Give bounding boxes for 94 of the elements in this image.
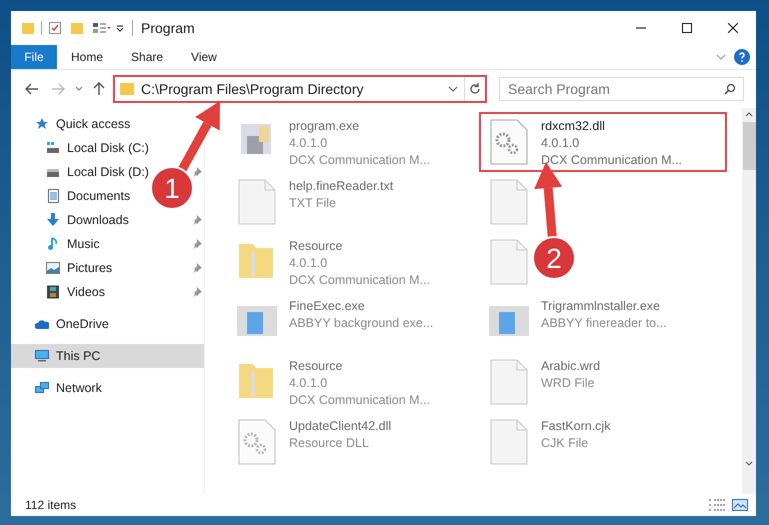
file-detail: 4.0.1.0	[289, 135, 328, 152]
file-detail: DCX Communication M...	[289, 152, 430, 169]
up-arrow-icon[interactable]	[93, 82, 105, 96]
folder-icon[interactable]	[21, 21, 35, 35]
highlighted-file-tile[interactable]: rdxcm32.dll 4.0.1.0 DCX Communication M...	[479, 112, 727, 172]
pin-icon[interactable]	[192, 167, 202, 177]
star-icon	[35, 117, 49, 131]
file-name: Trigrammlnstaller.exe	[541, 298, 662, 315]
document-icon	[46, 189, 60, 203]
file-name: Resource	[289, 238, 344, 255]
pin-icon[interactable]	[192, 215, 202, 225]
maximize-icon	[682, 23, 692, 33]
blank-document-icon[interactable]	[489, 418, 529, 466]
network-icon	[35, 381, 49, 395]
file-name: rdxcm32.dll	[541, 118, 606, 135]
folder-icon	[119, 82, 135, 96]
sidebar-item[interactable]: Network	[11, 376, 106, 400]
dropdown-icon[interactable]	[116, 23, 124, 33]
picture-icon	[46, 261, 60, 275]
blank-document-icon[interactable]	[489, 358, 529, 406]
download-arrow-icon	[46, 213, 60, 227]
sidebar-item[interactable]: Pictures	[11, 256, 116, 280]
address-bar[interactable]: C:\Program Files\Program Directory	[113, 75, 487, 103]
blank-document-icon[interactable]	[237, 178, 277, 226]
help-icon[interactable]	[734, 49, 750, 65]
refresh-icon[interactable]	[469, 83, 481, 95]
file-detail: Resource DLL	[289, 435, 370, 452]
file-detail: DCX Communication M...	[541, 152, 682, 169]
expand-ribbon-icon[interactable]	[716, 54, 726, 60]
file-detail: 4.0.1.0	[289, 375, 328, 392]
chevron-down-icon[interactable]	[75, 86, 83, 92]
step-number: 1	[164, 173, 180, 204]
step-badge	[150, 166, 194, 210]
file-detail: 4.0.1.0	[289, 255, 328, 272]
tiles-view-icon[interactable]	[732, 498, 748, 512]
view-icon[interactable]	[92, 21, 112, 35]
sidebar-item[interactable]: Documents	[11, 184, 134, 208]
item-count: 112 items	[25, 497, 76, 514]
file-detail: DCX Communication M...	[289, 392, 430, 409]
file-detail: WRD File	[541, 375, 596, 392]
minimize-icon	[636, 27, 646, 29]
scrollbar[interactable]	[742, 108, 756, 494]
file-detail: ABBYY finereader to...	[541, 315, 667, 332]
file-detail: ABBYY background exe...	[289, 315, 434, 332]
file-detail: CJK File	[541, 435, 590, 452]
properties-icon[interactable]	[48, 21, 62, 35]
file-menu-button[interactable]: File	[11, 45, 57, 69]
drive-icon	[46, 141, 60, 155]
search-icon[interactable]	[724, 83, 736, 95]
music-note-icon	[46, 237, 60, 251]
file-name: UpdateClient42.dll	[289, 418, 392, 435]
file-name: help.fineReader.txt	[289, 178, 394, 195]
scroll-down-icon[interactable]	[745, 461, 753, 466]
file-name: program.exe	[289, 118, 360, 135]
gear-document-icon[interactable]	[237, 418, 277, 466]
file-detail: TXT File	[289, 195, 337, 212]
close-icon	[728, 23, 738, 33]
file-detail: DCX Communication M...	[289, 272, 430, 289]
film-icon	[46, 285, 60, 299]
ribbon-tab[interactable]: View	[177, 45, 231, 69]
ribbon-tab[interactable]: Share	[117, 45, 178, 69]
sidebar-item[interactable]: Music	[11, 232, 104, 256]
details-view-icon[interactable]	[708, 498, 726, 512]
back-arrow-icon[interactable]	[25, 83, 39, 95]
file-name: FastKorn.cjk	[541, 418, 610, 435]
pin-icon[interactable]	[192, 239, 202, 249]
file-name: FineExec.exe	[289, 298, 366, 315]
ribbon-tab[interactable]: Home	[57, 45, 118, 69]
address-path: C:\Program Files\Program Directory	[141, 80, 364, 99]
file-name: Arabic.wrd	[541, 358, 600, 375]
step-badge	[532, 236, 576, 280]
forward-arrow-icon[interactable]	[51, 83, 65, 95]
pin-icon[interactable]	[192, 287, 202, 297]
window-title: Program	[141, 18, 195, 38]
file-name: Resource	[289, 358, 344, 375]
sidebar-item[interactable]: This PC	[11, 344, 204, 368]
sidebar-item[interactable]: Local Disk (D:)	[11, 160, 153, 184]
sidebar-item[interactable]: OneDrive	[11, 312, 113, 336]
file-detail: 4.0.1.0	[541, 135, 580, 152]
sidebar-item[interactable]: Local Disk (C:)	[11, 136, 153, 160]
monitor-icon	[35, 349, 49, 363]
scroll-up-icon[interactable]	[745, 112, 753, 117]
chevron-down-icon[interactable]	[448, 86, 458, 92]
blank-document-icon[interactable]	[489, 178, 529, 226]
new-folder-icon[interactable]	[70, 21, 84, 35]
sidebar-item[interactable]: Quick access	[11, 112, 134, 136]
blank-document-icon[interactable]	[489, 238, 529, 286]
gear-document-icon[interactable]	[489, 118, 529, 166]
step-number: 2	[546, 243, 562, 274]
scroll-thumb[interactable]	[742, 122, 756, 170]
search-field[interactable]: Search Program	[499, 77, 744, 101]
sidebar-item[interactable]: Downloads	[11, 208, 133, 232]
pin-icon[interactable]	[192, 263, 202, 273]
sidebar-item[interactable]: Videos	[11, 280, 109, 304]
